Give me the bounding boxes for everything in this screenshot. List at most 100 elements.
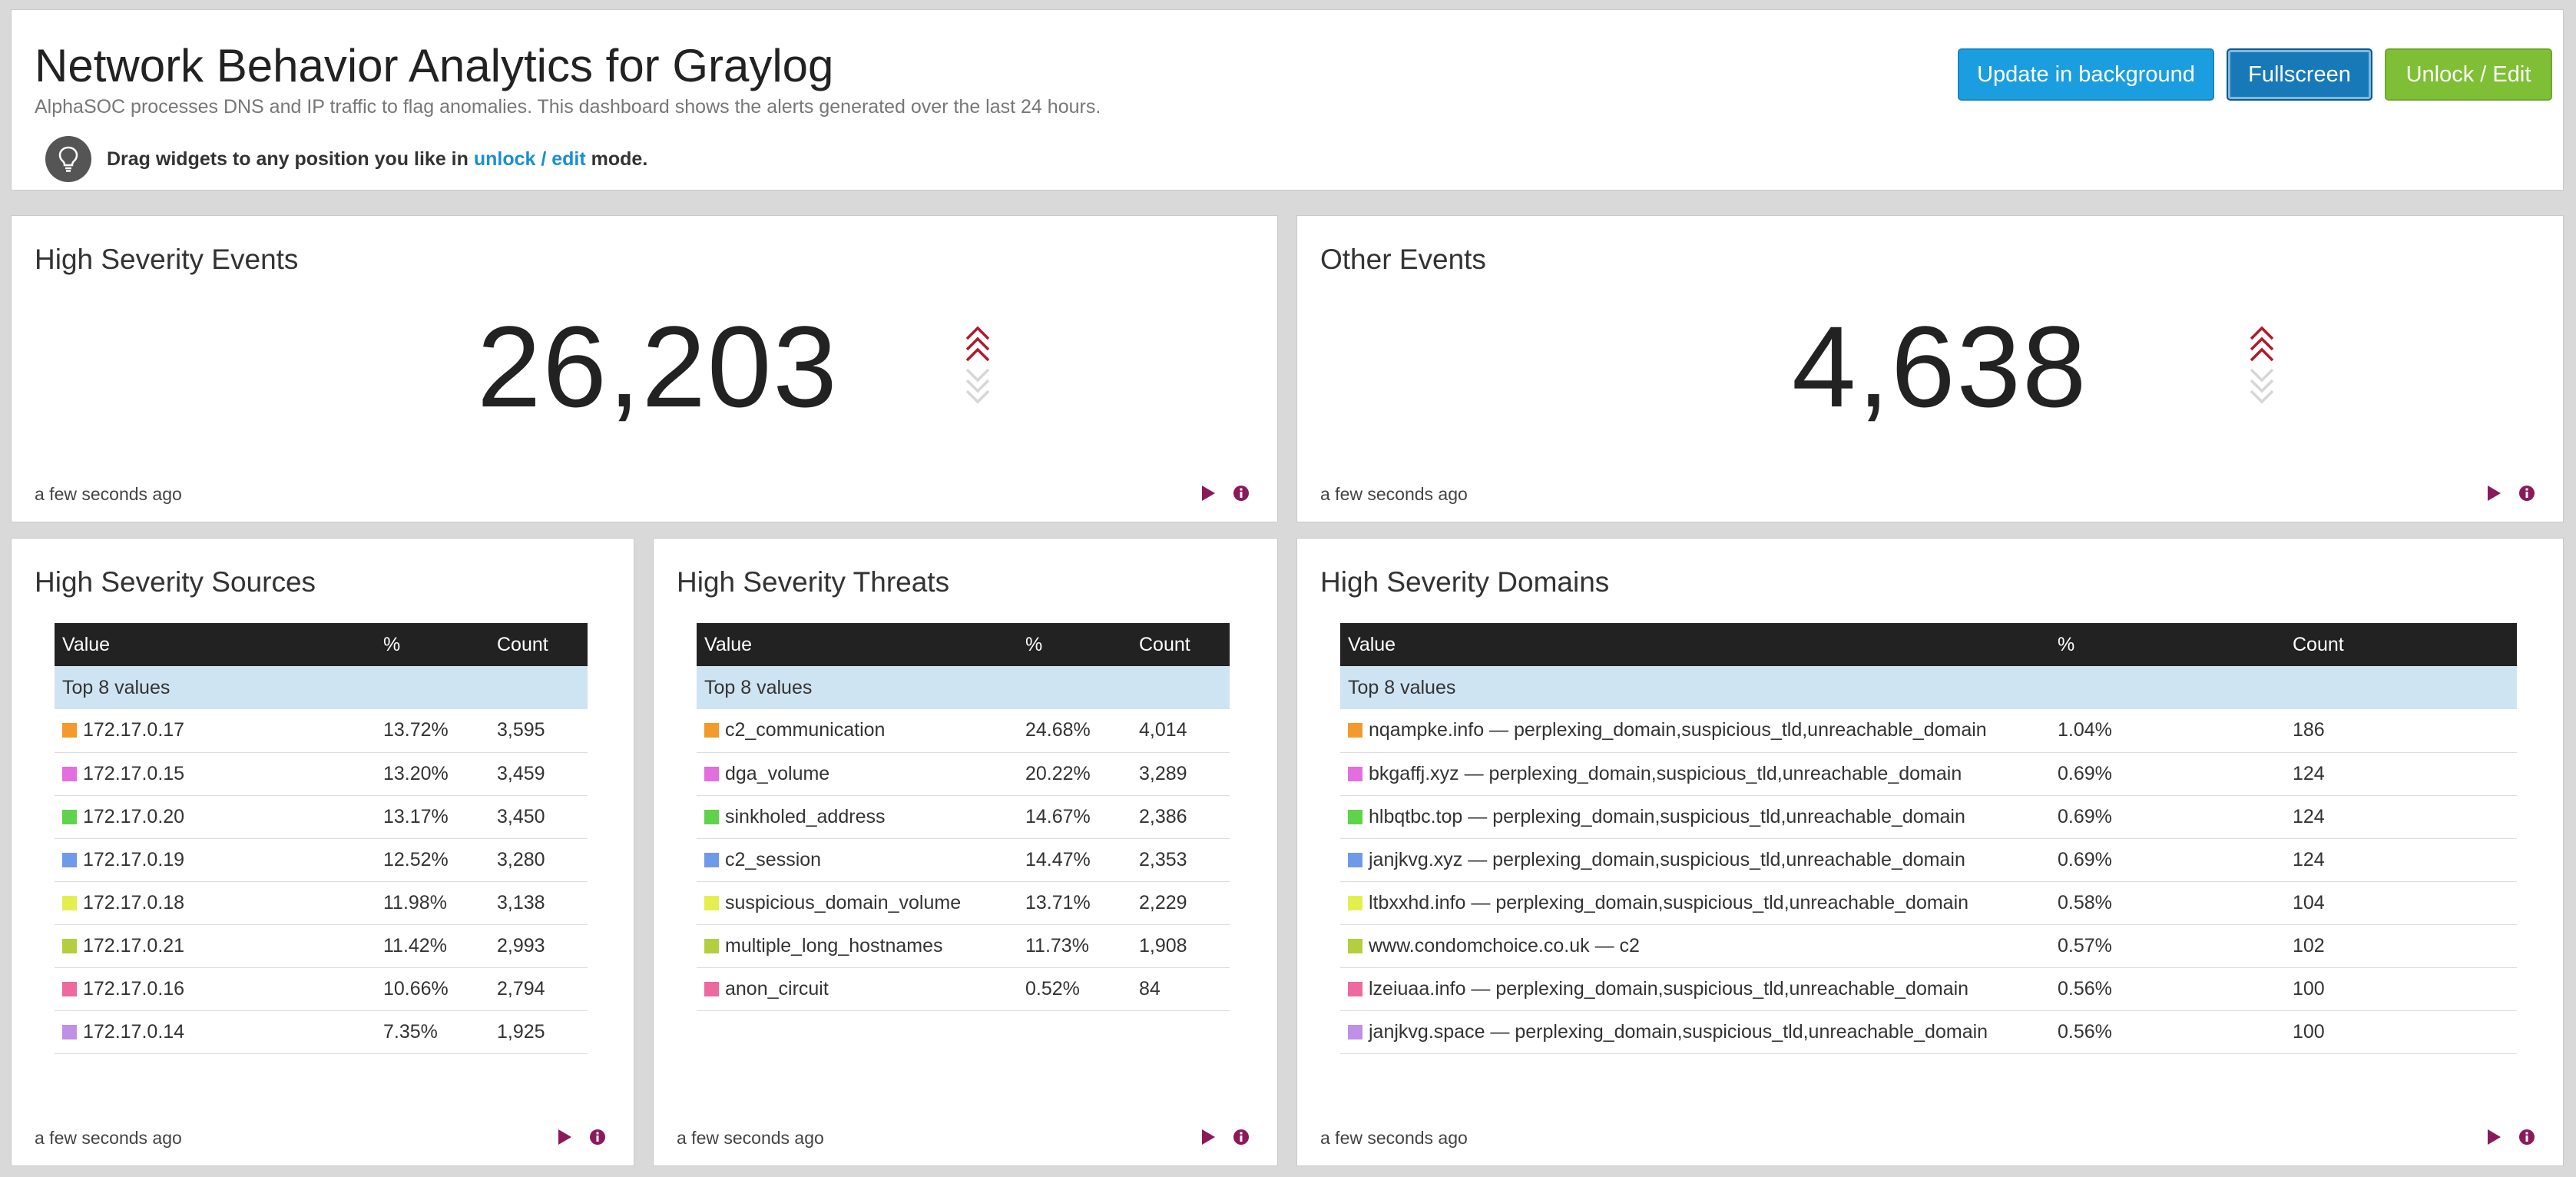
table-row[interactable]: 172.17.0.18 11.98% 3,138	[55, 881, 588, 925]
stat-value: 26,203	[477, 302, 839, 431]
cell-percent: 7.35%	[376, 1010, 489, 1054]
cell-count: 2,229	[1131, 881, 1230, 925]
quick-values-table: Value % Count Top 8 values nqampke.info —…	[1340, 623, 2517, 1054]
table-row[interactable]: 172.17.0.16 10.66% 2,794	[55, 967, 588, 1011]
column-header-count[interactable]: Count	[489, 623, 588, 666]
cell-value: multiple_long_hostnames	[697, 924, 1018, 968]
table-body: Top 8 values nqampke.info — perplexing_do…	[1340, 666, 2517, 1054]
cell-percent: 11.42%	[376, 924, 489, 968]
widget-high-severity-sources[interactable]: High Severity Sources Value % Count Top …	[11, 538, 634, 1166]
table-row[interactable]: suspicious_domain_volume 13.71% 2,229	[697, 881, 1230, 925]
table-row[interactable]: dga_volume 20.22% 3,289	[697, 752, 1230, 796]
table-row[interactable]: 172.17.0.21 11.42% 2,993	[55, 924, 588, 968]
value-text: sinkholed_address	[725, 805, 886, 827]
table-row[interactable]: bkgaffj.xyz — perplexing_domain,suspicio…	[1340, 752, 2517, 796]
table-row[interactable]: ltbxxhd.info — perplexing_domain,suspici…	[1340, 881, 2517, 925]
cell-count: 4,014	[1131, 709, 1230, 753]
cell-value: c2_session	[697, 838, 1018, 882]
unlock-edit-button[interactable]: Unlock / Edit	[2385, 48, 2552, 101]
value-text: nqampke.info — perplexing_domain,suspici…	[1369, 719, 1987, 741]
table-row[interactable]: lzeiuaa.info — perplexing_domain,suspici…	[1340, 967, 2517, 1011]
table-row[interactable]: c2_communication 24.68% 4,014	[697, 709, 1230, 753]
replay-search-icon[interactable]	[557, 1129, 572, 1146]
info-icon[interactable]	[1233, 485, 1250, 502]
table-row[interactable]: hlbqtbc.top — perplexing_domain,suspicio…	[1340, 795, 2517, 839]
color-swatch	[62, 981, 77, 996]
table-row[interactable]: nqampke.info — perplexing_domain,suspici…	[1340, 709, 2517, 753]
value-text: c2_session	[725, 848, 822, 870]
group-label: Top 8 values	[697, 666, 1230, 709]
column-header-percent[interactable]: %	[1018, 623, 1131, 666]
table-header: Value % Count	[1340, 623, 2517, 666]
cell-value: janjkvg.xyz — perplexing_domain,suspicio…	[1340, 838, 2050, 882]
color-swatch	[704, 895, 719, 910]
table-row[interactable]: anon_circuit 0.52% 84	[697, 967, 1230, 1011]
value-text: multiple_long_hostnames	[725, 934, 943, 957]
info-icon[interactable]	[2518, 485, 2535, 502]
value-text: lzeiuaa.info — perplexing_domain,suspici…	[1369, 977, 1969, 1000]
cell-percent: 0.69%	[2050, 752, 2285, 796]
fullscreen-button[interactable]: Fullscreen	[2227, 48, 2372, 101]
column-header-value[interactable]: Value	[697, 623, 1018, 666]
color-swatch	[62, 723, 77, 738]
cell-percent: 0.58%	[2050, 881, 2285, 925]
column-header-value[interactable]: Value	[55, 623, 376, 666]
cell-percent: 11.73%	[1018, 924, 1131, 968]
widget-timestamp: a few seconds ago	[677, 1128, 824, 1148]
column-header-count[interactable]: Count	[1131, 623, 1230, 666]
info-icon[interactable]	[2518, 1129, 2535, 1146]
column-header-value[interactable]: Value	[1340, 623, 2050, 666]
table-row[interactable]: multiple_long_hostnames 11.73% 1,908	[697, 924, 1230, 968]
replay-search-icon[interactable]	[2486, 485, 2502, 502]
cell-percent: 0.56%	[2050, 1010, 2285, 1054]
table-row[interactable]: 172.17.0.15 13.20% 3,459	[55, 752, 588, 796]
cell-count: 124	[2285, 795, 2517, 839]
info-icon[interactable]	[589, 1129, 606, 1146]
cell-value: 172.17.0.17	[55, 709, 376, 753]
update-in-background-button[interactable]: Update in background	[1958, 48, 2214, 101]
unlock-edit-link[interactable]: unlock / edit	[474, 148, 586, 170]
color-swatch	[62, 766, 77, 781]
cell-value: bkgaffj.xyz — perplexing_domain,suspicio…	[1340, 752, 2050, 796]
replay-search-icon[interactable]	[1200, 485, 1216, 502]
info-icon[interactable]	[1233, 1129, 1250, 1146]
table-row[interactable]: sinkholed_address 14.67% 2,386	[697, 795, 1230, 839]
cell-value: dga_volume	[697, 752, 1018, 796]
value-text: 172.17.0.14	[83, 1020, 185, 1043]
value-text: dga_volume	[725, 762, 830, 784]
replay-search-icon[interactable]	[2486, 1129, 2502, 1146]
value-text: c2_communication	[725, 719, 886, 741]
widget-high-severity-domains[interactable]: High Severity Domains Value % Count Top …	[1296, 538, 2564, 1166]
cell-percent: 13.17%	[376, 795, 489, 839]
column-header-count[interactable]: Count	[2285, 623, 2517, 666]
group-label: Top 8 values	[1340, 666, 2517, 709]
cell-value: hlbqtbc.top — perplexing_domain,suspicio…	[1340, 795, 2050, 839]
widget-other-events[interactable]: Other Events 4,638 a few seconds ago	[1296, 215, 2564, 522]
color-swatch	[62, 1024, 77, 1039]
table-row[interactable]: janjkvg.xyz — perplexing_domain,suspicio…	[1340, 838, 2517, 882]
cell-value: 172.17.0.21	[55, 924, 376, 968]
column-header-percent[interactable]: %	[376, 623, 489, 666]
table-row[interactable]: 172.17.0.17 13.72% 3,595	[55, 709, 588, 753]
table-row[interactable]: 172.17.0.14 7.35% 1,925	[55, 1010, 588, 1054]
cell-percent: 0.52%	[1018, 967, 1131, 1011]
replay-search-icon[interactable]	[1200, 1129, 1216, 1146]
table-row[interactable]: www.condomchoice.co.uk — c2 0.57% 102	[1340, 924, 2517, 968]
table-body: Top 8 values c2_communication 24.68% 4,014 d…	[697, 666, 1230, 1011]
value-text: 172.17.0.21	[83, 934, 185, 957]
table-row[interactable]: c2_session 14.47% 2,353	[697, 838, 1230, 882]
value-text: ltbxxhd.info — perplexing_domain,suspici…	[1369, 891, 1969, 913]
widget-high-severity-threats[interactable]: High Severity Threats Value % Count Top …	[653, 538, 1278, 1166]
widget-high-severity-events[interactable]: High Severity Events 26,203 a few second…	[11, 215, 1278, 522]
column-header-percent[interactable]: %	[2050, 623, 2285, 666]
color-swatch	[1348, 809, 1362, 824]
cell-count: 2,353	[1131, 838, 1230, 882]
cell-percent: 14.47%	[1018, 838, 1131, 882]
table-row[interactable]: 172.17.0.20 13.17% 3,450	[55, 795, 588, 839]
cell-value: suspicious_domain_volume	[697, 881, 1018, 925]
cell-value: 172.17.0.18	[55, 881, 376, 925]
value-text: 172.17.0.17	[83, 719, 185, 741]
table-row[interactable]: janjkvg.space — perplexing_domain,suspic…	[1340, 1010, 2517, 1054]
table-row[interactable]: 172.17.0.19 12.52% 3,280	[55, 838, 588, 882]
cell-count: 100	[2285, 1010, 2517, 1054]
